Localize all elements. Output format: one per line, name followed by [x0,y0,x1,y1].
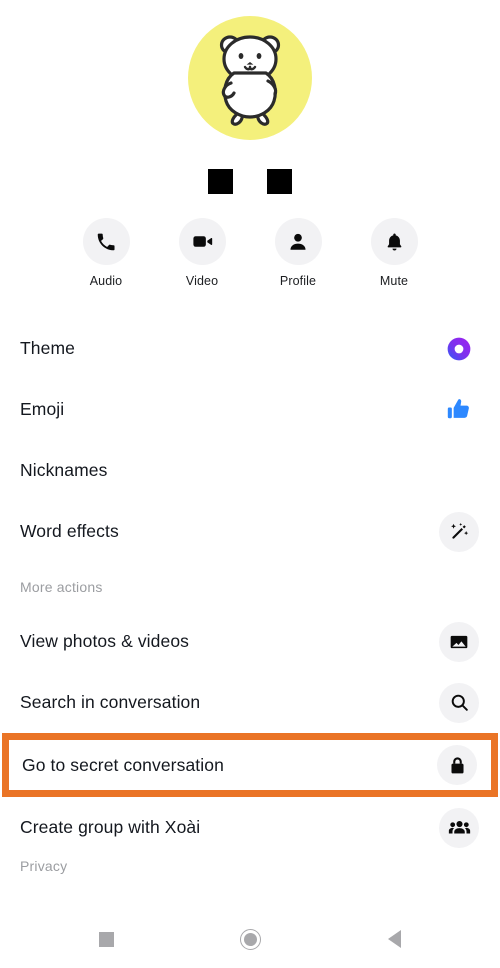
contact-name-redacted [0,166,500,196]
nav-back-button[interactable] [372,917,416,961]
quick-action-profile[interactable]: Profile [274,218,322,288]
menu-item-nicknames[interactable]: Nicknames [0,440,500,501]
avatar-container [0,14,500,142]
magic-wand-icon [439,511,479,552]
bell-icon [387,233,401,250]
nav-recents-button[interactable] [84,917,128,961]
menu-item-label: Emoji [20,399,65,419]
square-icon [98,931,114,947]
menu-item-label: Create group with Xoài [20,817,201,837]
menu-item-create-group[interactable]: Create group with Xoài [0,797,500,858]
person-icon [290,233,306,250]
theme-ring-icon [439,329,479,369]
menu-item-label: Nicknames [20,460,108,480]
lock-icon [437,745,477,785]
menu-item-label: Theme [20,338,75,358]
menu-item-emoji[interactable]: Emoji [0,379,500,440]
image-icon [439,621,479,662]
android-navigation-bar [0,910,500,968]
circle-icon [239,928,261,950]
quick-action-audio[interactable]: Audio [82,218,130,288]
avatar[interactable] [188,16,312,140]
quick-action-label: Video [185,274,219,288]
video-button[interactable] [178,218,226,265]
menu-item-search-in-conversation[interactable]: Search in conversation [0,672,500,733]
menu-item-go-to-secret-conversation[interactable]: Go to secret conversation [2,733,498,797]
profile-button[interactable] [274,218,322,265]
no-icon [439,451,479,491]
redaction-block-icon [267,168,292,194]
menu-item-label: Go to secret conversation [22,754,224,775]
group-people-icon [439,807,479,848]
quick-action-label: Profile [279,274,317,288]
menu-item-label: View photos & videos [20,631,190,651]
menu-item-word-effects[interactable]: Word effects [0,501,500,562]
chat-details-screen: Audio Video Profile Mute Theme Emoji Nic… [0,0,500,968]
redaction-block-icon [208,168,233,194]
menu-item-label: Search in conversation [20,692,201,712]
phone-icon [97,233,115,250]
menu-item-view-photos-videos[interactable]: View photos & videos [0,611,500,672]
section-header-privacy: Privacy [20,858,68,874]
white-bear-cartoon-avatar-icon [219,35,281,126]
mute-button[interactable] [370,218,418,265]
section-header-more-actions: More actions [20,578,103,595]
quick-action-video[interactable]: Video [178,218,226,288]
quick-action-label: Mute [379,274,409,288]
menu-item-theme[interactable]: Theme [0,318,500,379]
audio-button[interactable] [82,218,130,265]
menu-item-label: Word effects [20,521,119,541]
quick-action-label: Audio [89,274,123,288]
quick-action-mute[interactable]: Mute [370,218,418,288]
search-icon [439,682,479,723]
nav-home-button[interactable] [228,917,272,961]
quick-actions-row: Audio Video Profile Mute [0,218,500,300]
settings-menu-list: Theme Emoji Nicknames Word effects More … [0,318,500,892]
triangle-back-icon [387,930,401,948]
video-camera-icon [192,236,212,247]
thumbs-up-icon [439,390,479,430]
